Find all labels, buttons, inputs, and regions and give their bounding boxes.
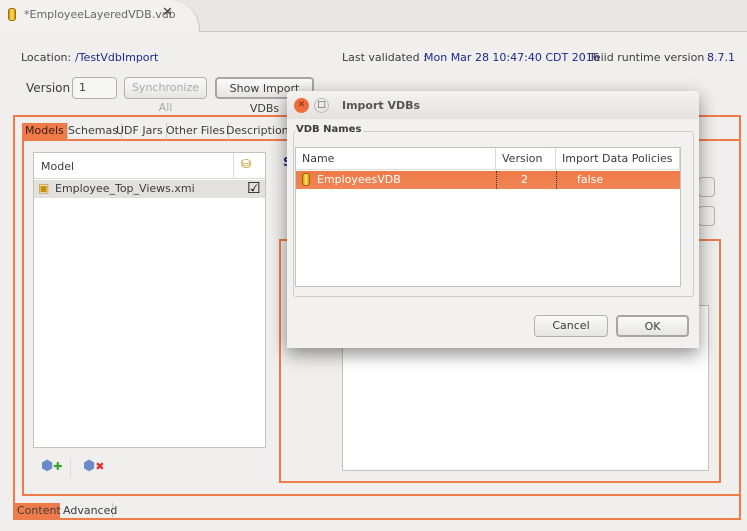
close-icon[interactable]: ✕ [294,98,309,113]
cancel-button[interactable]: Cancel [534,315,608,337]
tab-models[interactable]: Models [22,123,68,140]
vdb-icon [8,8,16,21]
vdb-import-policies[interactable]: false [577,173,603,186]
model-icon: ▣ [38,181,50,195]
tab-description[interactable]: Description [223,123,293,140]
tab-udf-jars[interactable]: UDF Jars [113,123,167,140]
close-icon[interactable]: ✕ [162,5,173,20]
name-column-header[interactable]: Name [296,148,496,170]
table-row[interactable]: EmployeesVDB 2 false [296,171,680,189]
last-validated-value: Mon Mar 28 10:47:40 CDT 2016 [424,51,600,64]
vdb-names-label: VDB Names [296,124,364,135]
version-label: Version [26,81,71,95]
import-vdbs-dialog: ✕ □ Import VDBs VDB Names Name Version I… [287,91,699,348]
maximize-icon[interactable]: □ [314,98,329,113]
models-table-header: Model ⛁ [34,153,265,179]
editor-tab[interactable]: *EmployeeLayeredVDB.vdb ✕ [0,0,200,32]
import-data-policies-column-header[interactable]: Import Data Policies [556,148,680,170]
models-table[interactable]: Model ⛁ ▣ Employee_Top_Views.xmi ☑ [33,152,266,448]
dialog-title: Import VDBs [342,99,421,112]
location-label: Location: [21,51,72,64]
vdb-icon [302,173,310,186]
tab-content[interactable]: Content [14,503,61,519]
ok-button[interactable]: OK [616,315,689,337]
synchronize-all-button[interactable]: Synchronize All [124,77,207,114]
dialog-titlebar: ✕ □ Import VDBs [287,91,699,119]
vdb-table[interactable]: Name Version Import Data Policies Employ… [295,147,681,287]
tab-other-files[interactable]: Other Files [163,123,229,140]
checkbox-checked-icon[interactable]: ☑ [247,179,260,197]
editor-tab-title: *EmployeeLayeredVDB.vdb [24,8,176,21]
version-input[interactable]: 1 [72,77,117,99]
vdb-name: EmployeesVDB [317,173,401,186]
tab-advanced[interactable]: Advanced [60,503,117,519]
location-value: /TestVdbImport [75,51,159,64]
runtime-version-value: 8.7.1 [707,51,735,64]
vdb-version: 2 [521,173,528,186]
table-row[interactable]: ▣ Employee_Top_Views.xmi ☑ [34,179,265,198]
version-column-header[interactable]: Version [496,148,556,170]
remove-model-icon[interactable]: ⬢✖ [83,458,104,474]
runtime-version-label: Teiid runtime version : [589,51,712,64]
sync-model-icon: ⛁ [241,157,252,171]
last-validated-label: Last validated : [342,51,427,64]
add-model-icon[interactable]: ⬢✚ [41,458,62,474]
model-column-header[interactable]: Model [41,160,74,173]
model-name: Employee_Top_Views.xmi [55,182,195,195]
